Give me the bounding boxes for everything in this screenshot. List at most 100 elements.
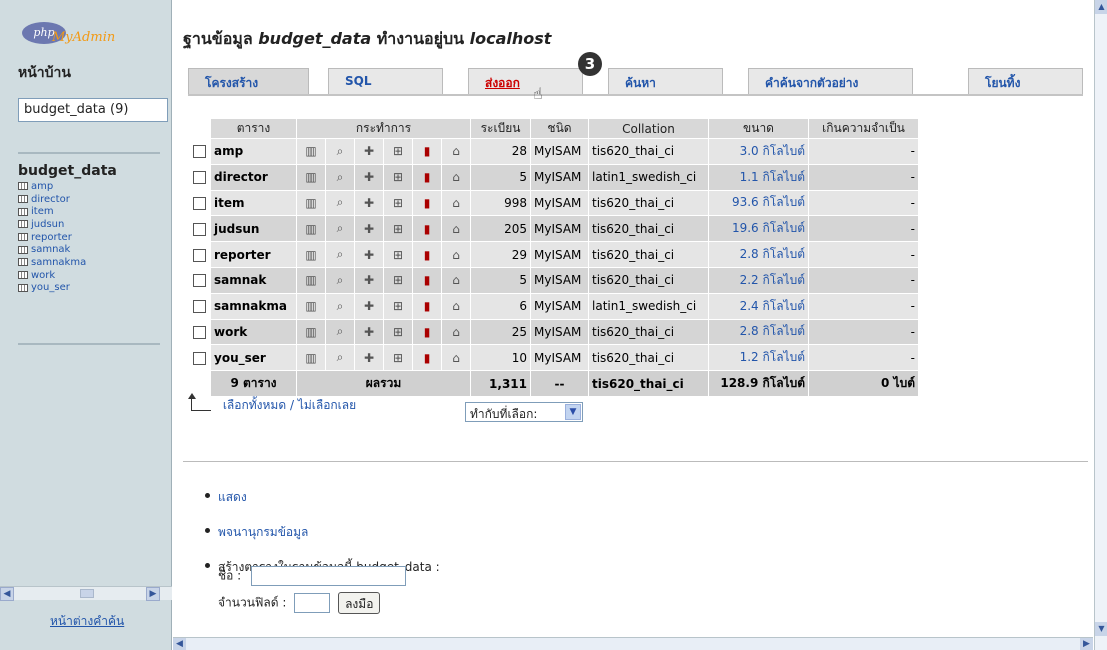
browse-icon[interactable]: ▥ xyxy=(296,215,326,243)
row-checkbox-cell[interactable] xyxy=(188,241,211,268)
row-table-name[interactable]: reporter xyxy=(210,241,297,268)
search-icon[interactable]: ⌕ xyxy=(337,221,344,235)
row-size[interactable]: 19.6 กิโลไบต์ xyxy=(708,215,809,243)
table-icon[interactable] xyxy=(18,271,28,280)
chevron-down-icon[interactable]: ▼ xyxy=(565,404,581,420)
empty-icon[interactable]: ⌂ xyxy=(452,248,460,262)
row-checkbox[interactable] xyxy=(193,248,206,262)
insert-icon[interactable]: ✚ xyxy=(364,299,374,313)
tab-export[interactable]: ส่งออก xyxy=(468,68,583,94)
data-dictionary-link[interactable]: พจนานุกรมข้อมูล xyxy=(205,523,440,542)
drop-icon[interactable]: ▮ xyxy=(412,266,442,294)
browse-icon[interactable]: ▥ xyxy=(296,241,326,268)
tab-drop[interactable]: โยนทิ้ง xyxy=(968,68,1083,94)
browse-icon[interactable]: ▥ xyxy=(305,248,316,262)
drop-icon[interactable]: ▮ xyxy=(412,318,442,346)
properties-icon[interactable]: ⊞ xyxy=(383,292,413,320)
drop-icon[interactable]: ▮ xyxy=(412,292,442,320)
browse-icon[interactable]: ▥ xyxy=(305,351,316,365)
row-checkbox-cell[interactable] xyxy=(188,266,211,294)
browse-icon[interactable]: ▥ xyxy=(305,222,316,236)
properties-icon[interactable]: ⊞ xyxy=(393,273,403,287)
insert-icon[interactable]: ✚ xyxy=(354,138,384,165)
left-table-label[interactable]: samnakma xyxy=(31,257,86,268)
left-table-item[interactable]: you_ser xyxy=(18,282,86,295)
empty-icon[interactable]: ⌂ xyxy=(452,222,460,236)
drop-icon[interactable]: ▮ xyxy=(424,273,431,287)
empty-icon[interactable]: ⌂ xyxy=(452,170,460,184)
browse-icon[interactable]: ▥ xyxy=(296,292,326,320)
left-table-label[interactable]: you_ser xyxy=(31,282,70,293)
scroll-right-icon[interactable]: ▶ xyxy=(146,587,160,601)
properties-icon[interactable]: ⊞ xyxy=(393,196,403,210)
insert-icon[interactable]: ✚ xyxy=(354,163,384,191)
search-icon[interactable]: ⌕ xyxy=(325,163,355,191)
properties-icon[interactable]: ⊞ xyxy=(393,144,403,158)
search-icon[interactable]: ⌕ xyxy=(325,292,355,320)
field-count-input[interactable] xyxy=(294,593,331,613)
insert-icon[interactable]: ✚ xyxy=(354,318,384,346)
search-icon[interactable]: ⌕ xyxy=(325,344,355,372)
drop-icon[interactable]: ▮ xyxy=(412,138,442,165)
properties-icon[interactable]: ⊞ xyxy=(393,222,403,236)
tab-query-by-example[interactable]: คำค้นจากตัวอย่าง xyxy=(748,68,913,94)
scroll-thumb[interactable] xyxy=(80,589,94,598)
row-table-name[interactable]: samnak xyxy=(210,266,297,294)
table-icon[interactable] xyxy=(18,195,28,204)
drop-icon[interactable]: ▮ xyxy=(424,222,431,236)
header-overhead[interactable]: เกินความจำเป็น xyxy=(808,118,919,139)
table-icon[interactable] xyxy=(18,182,28,191)
left-table-item[interactable]: work xyxy=(18,269,86,282)
table-name-input[interactable] xyxy=(251,566,407,586)
empty-icon[interactable]: ⌂ xyxy=(441,266,471,294)
left-horizontal-scrollbar[interactable]: ◀ ▶ xyxy=(0,586,172,601)
header-collation[interactable]: Collation xyxy=(588,118,709,139)
browse-icon[interactable]: ▥ xyxy=(296,266,326,294)
row-size[interactable]: 2.8 กิโลไบต์ xyxy=(708,241,809,268)
phpmyadmin-logo[interactable]: php MyAdmin xyxy=(22,22,120,46)
table-icon[interactable] xyxy=(18,220,28,229)
database-select[interactable]: budget_data (9) xyxy=(18,98,168,122)
empty-icon[interactable]: ⌂ xyxy=(452,144,460,158)
browse-icon[interactable]: ▥ xyxy=(305,170,316,184)
empty-icon[interactable]: ⌂ xyxy=(441,344,471,372)
properties-icon[interactable]: ⊞ xyxy=(383,138,413,165)
left-table-label[interactable]: director xyxy=(31,194,70,205)
empty-icon[interactable]: ⌂ xyxy=(452,196,460,210)
row-checkbox[interactable] xyxy=(193,171,206,185)
insert-icon[interactable]: ✚ xyxy=(364,248,374,262)
drop-icon[interactable]: ▮ xyxy=(412,215,442,243)
row-checkbox[interactable] xyxy=(193,145,206,159)
search-icon[interactable]: ⌕ xyxy=(325,215,355,243)
query-window-link[interactable]: หน้าต่างคำค้น xyxy=(50,612,124,631)
main-vertical-scrollbar[interactable]: ▲ ▼ xyxy=(1094,0,1107,650)
left-table-label[interactable]: amp xyxy=(31,181,53,192)
browse-icon[interactable]: ▥ xyxy=(305,299,316,313)
empty-icon[interactable]: ⌂ xyxy=(441,241,471,268)
empty-icon[interactable]: ⌂ xyxy=(441,138,471,165)
table-row[interactable]: you_ser ▥ ⌕ ✚ ⊞ ▮ ⌂ 10 MyISAM tis620_thai_ci 1.2 ก… xyxy=(188,344,919,372)
insert-icon[interactable]: ✚ xyxy=(364,273,374,287)
browse-icon[interactable]: ▥ xyxy=(296,189,326,217)
table-icon[interactable] xyxy=(18,233,28,242)
drop-icon[interactable]: ▮ xyxy=(424,144,431,158)
insert-icon[interactable]: ✚ xyxy=(354,344,384,372)
insert-icon[interactable]: ✚ xyxy=(364,222,374,236)
properties-icon[interactable]: ⊞ xyxy=(393,170,403,184)
search-icon[interactable]: ⌕ xyxy=(337,324,344,338)
search-icon[interactable]: ⌕ xyxy=(325,138,355,165)
empty-icon[interactable]: ⌂ xyxy=(441,163,471,191)
row-checkbox[interactable] xyxy=(193,274,206,288)
left-table-item[interactable]: item xyxy=(18,205,86,218)
row-checkbox-cell[interactable] xyxy=(188,138,211,165)
browse-icon[interactable]: ▥ xyxy=(305,196,316,210)
empty-icon[interactable]: ⌂ xyxy=(441,189,471,217)
left-table-item[interactable]: samnakma xyxy=(18,256,86,269)
main-horizontal-scrollbar[interactable]: ◀ ▶ xyxy=(173,637,1093,650)
scroll-right-icon[interactable]: ▶ xyxy=(1080,638,1093,650)
table-row[interactable]: work ▥ ⌕ ✚ ⊞ ▮ ⌂ 25 MyISAM tis620_thai_ci 2.8 กิโล… xyxy=(188,318,919,346)
row-checkbox-cell[interactable] xyxy=(188,292,211,320)
left-table-label[interactable]: reporter xyxy=(31,232,72,243)
drop-icon[interactable]: ▮ xyxy=(424,325,431,339)
row-size[interactable]: 2.4 กิโลไบต์ xyxy=(708,292,809,320)
